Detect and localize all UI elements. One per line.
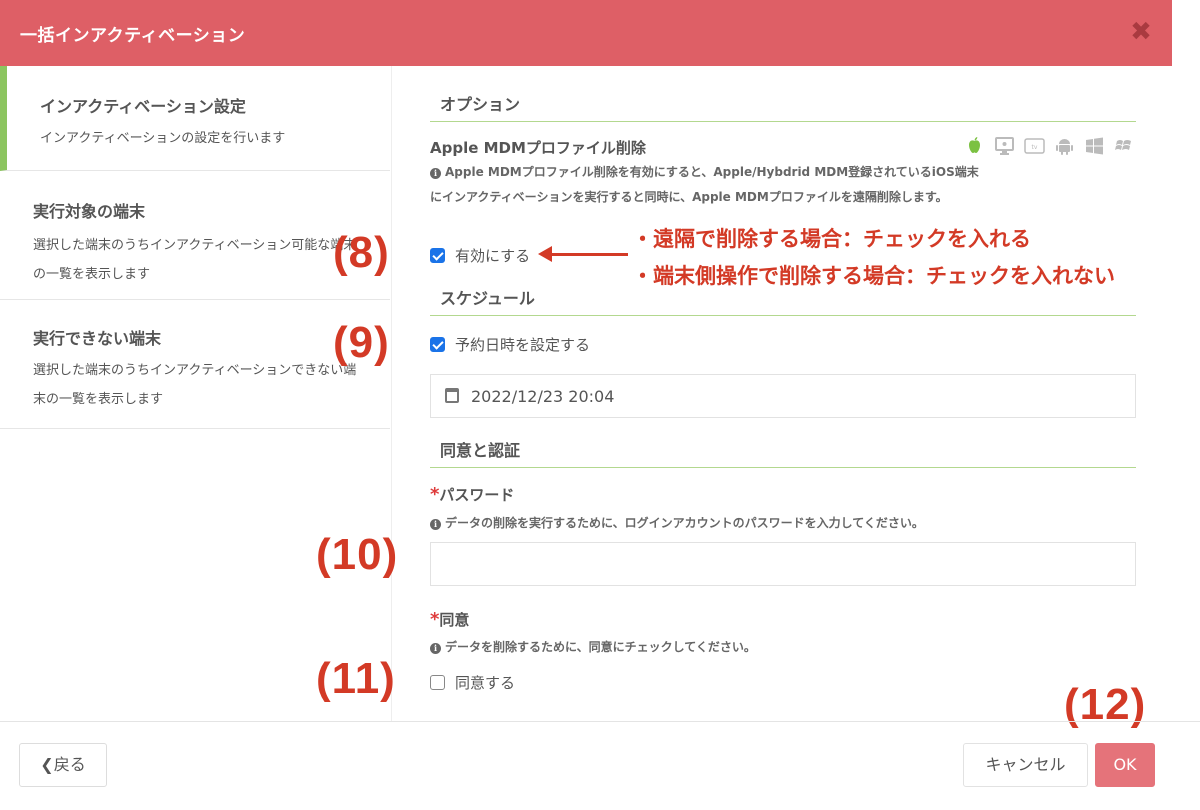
section-title-options: オプション <box>440 95 521 114</box>
annotation-note-local: ・端末側操作で削除する場合：チェックを入れない <box>632 265 1115 288</box>
close-icon[interactable]: ✖ <box>1128 17 1154 47</box>
datetime-value: 2022/12/23 20:04 <box>471 387 615 406</box>
svg-text:tv: tv <box>1032 144 1038 151</box>
password-help: i データの削除を実行するために、ログインアカウントのパスワードを入力してください… <box>430 511 924 536</box>
dialog-footer: ❮戻る キャンセル OK <box>0 721 1200 810</box>
section-divider <box>430 467 1136 468</box>
cancel-button[interactable]: キャンセル <box>963 743 1088 787</box>
agree-checkbox-label: 同意する <box>455 674 516 692</box>
datetime-input[interactable]: 2022/12/23 20:04 <box>430 374 1136 418</box>
sidebar-item-target-devices[interactable]: 実行対象の端末 選択した端末のうちインアクティベーション可能な端末の一覧を表示し… <box>0 171 390 300</box>
sidebar-item-desc: 選択した端末のうちインアクティベーション可能な端末の一覧を表示します <box>33 238 357 282</box>
agree-checkbox[interactable]: 同意する <box>430 672 515 693</box>
section-divider <box>430 315 1136 316</box>
agree-label: *同意 <box>430 609 469 630</box>
section-divider <box>430 121 1136 122</box>
checkbox-unchecked[interactable] <box>430 675 445 690</box>
mdm-profile-help-text: Apple MDMプロファイル削除を有効にすると、Apple/Hybdrid M… <box>430 165 979 204</box>
password-input[interactable] <box>430 542 1136 586</box>
annotation-10: (10) <box>316 530 399 579</box>
section-title-consent: 同意と認証 <box>440 441 521 460</box>
enable-label: 有効にする <box>455 247 531 265</box>
annotation-8: (8) <box>333 228 390 277</box>
agree-help: i データを削除するために、同意にチェックしてください。 <box>430 635 756 660</box>
annotation-arrow <box>538 246 628 262</box>
checkbox-checked[interactable] <box>430 337 445 352</box>
mdm-profile-help: i Apple MDMプロファイル削除を有効にすると、Apple/Hybdrid … <box>430 160 990 210</box>
reserve-datetime-checkbox[interactable]: 予約日時を設定する <box>430 334 590 355</box>
enable-mdm-removal-checkbox[interactable]: 有効にする <box>430 245 530 266</box>
calendar-icon <box>445 388 459 403</box>
section-title-schedule: スケジュール <box>440 289 535 308</box>
sidebar-item-title: 実行対象の端末 <box>33 202 146 221</box>
windows-icon <box>1084 136 1105 156</box>
agree-label-text: 同意 <box>439 611 470 629</box>
reserve-label: 予約日時を設定する <box>455 336 591 354</box>
agree-help-text: データを削除するために、同意にチェックしてください。 <box>445 640 756 654</box>
sidebar: インアクティベーション設定 インアクティベーションの設定を行います 実行対象の端… <box>0 66 392 721</box>
sidebar-item-title: 実行できない端末 <box>33 329 162 348</box>
android-icon <box>1054 136 1075 156</box>
sidebar-item-inactivation-settings[interactable]: インアクティベーション設定 インアクティベーションの設定を行います <box>0 66 390 171</box>
sidebar-item-title: インアクティベーション設定 <box>40 97 246 116</box>
password-label: *パスワード <box>430 484 514 505</box>
main-panel: オプション Apple MDMプロファイル削除 tv i Apple MDMプロフ… <box>392 66 1200 721</box>
annotation-note-remote: ・遠隔で削除する場合：チェックを入れる <box>632 228 1031 251</box>
annotation-11: (11) <box>316 654 396 703</box>
sidebar-item-desc: 選択した端末のうちインアクティベーションできない端末の一覧を表示します <box>33 363 357 407</box>
checkbox-checked[interactable] <box>430 248 445 263</box>
password-label-text: パスワード <box>439 486 515 504</box>
back-button[interactable]: ❮戻る <box>19 743 107 787</box>
os-icons: tv <box>964 136 1135 156</box>
apple-icon <box>964 136 985 156</box>
required-mark: * <box>430 609 440 630</box>
password-help-text: データの削除を実行するために、ログインアカウントのパスワードを入力してください。 <box>445 516 924 530</box>
sidebar-item-desc: インアクティベーションの設定を行います <box>40 131 286 146</box>
mdm-profile-label: Apple MDMプロファイル削除 <box>430 139 646 157</box>
dialog-header: 一括インアクティベーション ✖ <box>0 0 1172 66</box>
sidebar-item-failed-devices[interactable]: 実行できない端末 選択した端末のうちインアクティベーションできない端末の一覧を表… <box>0 300 390 429</box>
windows-legacy-icon <box>1114 136 1135 156</box>
annotation-9: (9) <box>333 318 390 367</box>
required-mark: * <box>430 484 440 505</box>
dialog-title: 一括インアクティベーション <box>20 26 246 46</box>
macos-icon <box>994 136 1015 156</box>
appletv-icon: tv <box>1024 136 1045 156</box>
ok-button[interactable]: OK <box>1095 743 1155 787</box>
chevron-left-icon: ❮ <box>40 755 54 774</box>
info-icon: i <box>430 168 441 179</box>
info-icon: i <box>430 519 441 530</box>
info-icon: i <box>430 643 441 654</box>
back-label: 戻る <box>53 755 86 774</box>
